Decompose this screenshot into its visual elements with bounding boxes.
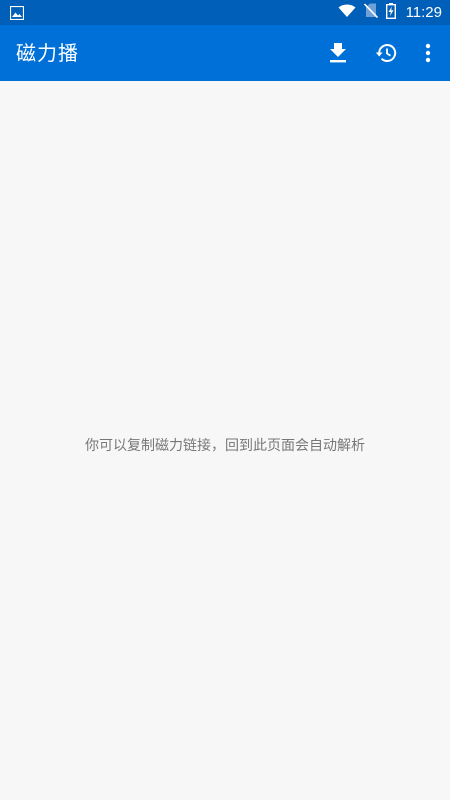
empty-state-hint: 你可以复制磁力链接，回到此页面会自动解析 bbox=[85, 438, 365, 454]
status-bar: 11:29 bbox=[0, 0, 450, 25]
history-button[interactable] bbox=[366, 33, 406, 73]
download-icon bbox=[329, 43, 347, 63]
image-notification-icon bbox=[9, 5, 25, 21]
history-icon bbox=[375, 43, 397, 63]
status-icons: 11:29 bbox=[338, 0, 442, 25]
more-options-button[interactable] bbox=[408, 33, 448, 73]
no-sim-icon bbox=[363, 3, 378, 22]
app-title: 磁力播 bbox=[16, 41, 79, 65]
main-content: 你可以复制磁力链接，回到此页面会自动解析 bbox=[0, 81, 450, 800]
wifi-icon bbox=[338, 3, 356, 22]
more-vert-icon bbox=[425, 43, 431, 63]
app-bar: 磁力播 bbox=[0, 25, 450, 81]
clock: 11:29 bbox=[405, 4, 442, 21]
battery-charging-icon bbox=[385, 2, 396, 23]
download-button[interactable] bbox=[318, 33, 358, 73]
